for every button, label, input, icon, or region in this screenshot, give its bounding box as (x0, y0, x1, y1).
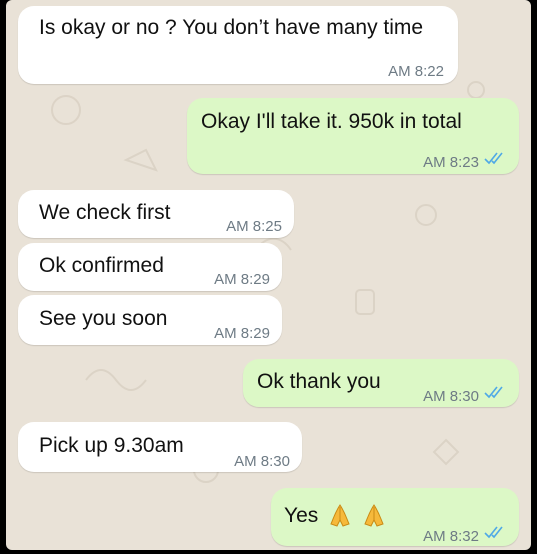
message-text: Okay I'll take it. 950k in total (201, 110, 462, 133)
message-timestamp: AM 8:30 (423, 388, 479, 405)
folded-hands-emoji (362, 502, 386, 536)
message-text: See you soon (39, 307, 168, 330)
message-bubble-outgoing[interactable]: Ok thank you AM 8:30 (243, 359, 519, 407)
message-bubble-incoming[interactable]: See you soon AM 8:29 (18, 295, 282, 345)
message-timestamp: AM 8:29 (214, 325, 270, 342)
message-bubble-incoming[interactable]: Pick up 9.30am AM 8:30 (18, 422, 302, 472)
message-text: Is okay or no ? You don’t have many time (39, 16, 424, 39)
message-timestamp: AM 8:32 (423, 528, 479, 545)
double-check-icon (484, 526, 503, 539)
message-bubble-incoming[interactable]: Is okay or no ? You don’t have many time… (18, 6, 458, 84)
message-text: We check first (39, 201, 171, 224)
double-check-icon (484, 152, 503, 165)
message-text: Ok thank you (257, 370, 381, 393)
message-timestamp: AM 8:22 (388, 63, 444, 80)
message-timestamp: AM 8:23 (423, 154, 479, 171)
message-bubble-outgoing[interactable]: Yes AM 8:32 (271, 488, 519, 546)
message-timestamp: AM 8:25 (226, 218, 282, 235)
message-timestamp: AM 8:29 (214, 271, 270, 288)
message-bubble-incoming[interactable]: We check first AM 8:25 (18, 190, 294, 238)
message-text-content: Yes (284, 504, 319, 527)
message-bubble-incoming[interactable]: Ok confirmed AM 8:29 (18, 243, 282, 291)
message-text: Ok confirmed (39, 254, 164, 277)
folded-hands-emoji (328, 502, 352, 536)
chat-window: Is okay or no ? You don’t have many time… (6, 0, 531, 550)
message-bubble-outgoing[interactable]: Okay I'll take it. 950k in total AM 8:23 (187, 98, 519, 174)
message-text: Yes (284, 502, 386, 536)
message-text: Pick up 9.30am (39, 434, 184, 457)
double-check-icon (484, 386, 503, 399)
message-timestamp: AM 8:30 (234, 453, 290, 470)
